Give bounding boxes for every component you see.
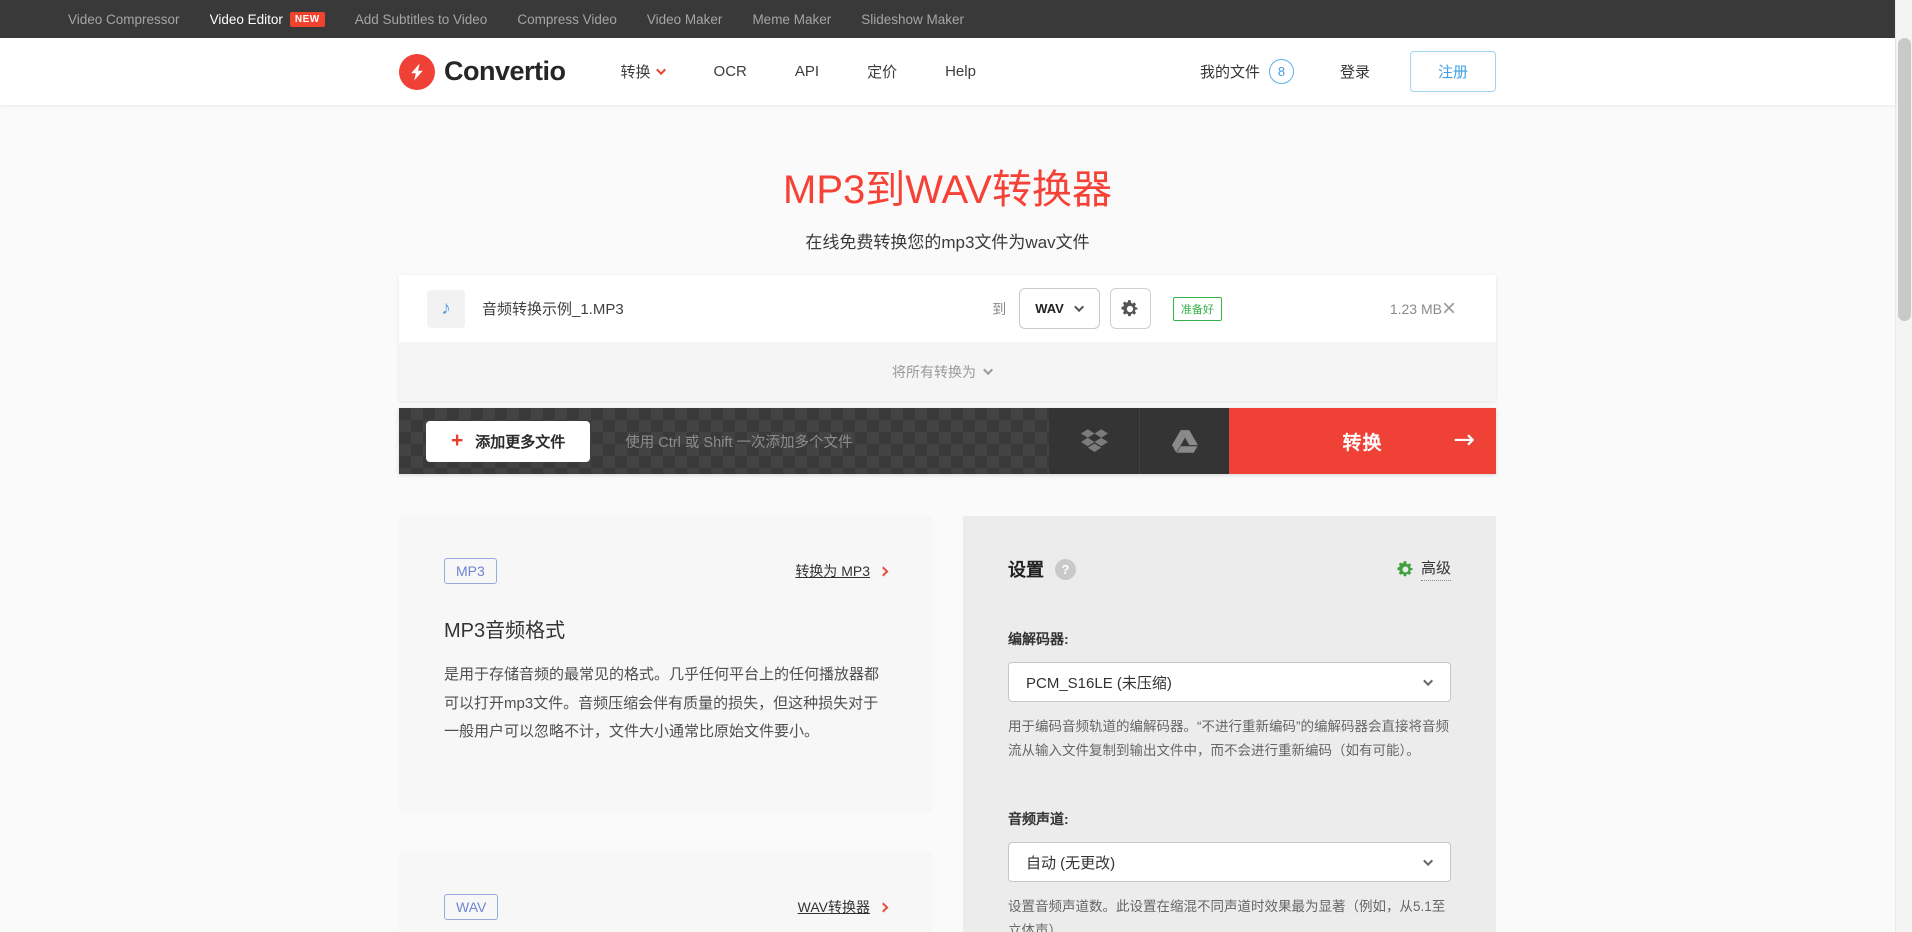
- converter-toolbar: + 添加更多文件 使用 Ctrl 或 Shift 一次添加多个文件 转换 →: [399, 408, 1496, 474]
- promo-bar: Video Compressor Video Editor NEW Add Su…: [0, 0, 1895, 38]
- my-files-label: 我的文件: [1200, 61, 1260, 82]
- google-drive-icon: [1172, 430, 1198, 453]
- chevron-right-icon: [879, 902, 889, 912]
- converter-widget: ♪ 音频转换示例_1.MP3 到 WAV 准备好 1.23 MB × 将所有转换…: [399, 275, 1496, 932]
- chevron-right-icon: [879, 566, 889, 576]
- chevron-down-icon: [656, 65, 666, 75]
- help-icon[interactable]: ?: [1055, 559, 1076, 580]
- convert-to-mp3-label: 转换为 MP3: [795, 561, 870, 581]
- my-files-count-badge: 8: [1269, 59, 1294, 84]
- mp3-card-description: 是用于存储音频的最常见的格式。几乎任何平台上的任何播放器都可以打开mp3文件。音…: [444, 661, 887, 747]
- multi-select-hint: 使用 Ctrl 或 Shift 一次添加多个文件: [625, 431, 852, 452]
- channels-value: 自动 (无更改): [1026, 852, 1115, 873]
- promo-link-label: Video Editor: [210, 12, 283, 27]
- convert-button-label: 转换: [1342, 433, 1382, 454]
- convertio-logo[interactable]: Convertio: [399, 54, 566, 90]
- wav-converter-label: WAV转换器: [798, 897, 870, 917]
- promo-link-video-editor[interactable]: Video Editor NEW: [195, 12, 340, 27]
- convertio-logo-icon: [399, 54, 435, 90]
- chevron-down-icon: [1423, 676, 1433, 686]
- output-format-value: WAV: [1035, 301, 1064, 316]
- channels-description: 设置音频声道数。此设置在缩混不同声道时效果最为显著（例如，从5.1至立体声）。: [1008, 895, 1451, 932]
- main-nav: 转换 OCR API 定价 Help: [621, 61, 1024, 82]
- page-subtitle: 在线免费转换您的mp3文件为wav文件: [0, 228, 1895, 253]
- channels-select[interactable]: 自动 (无更改): [1008, 842, 1451, 882]
- nav-help[interactable]: Help: [945, 63, 976, 80]
- new-badge: NEW: [290, 12, 325, 27]
- dropbox-icon: [1081, 429, 1108, 453]
- channels-section: 音频声道: 自动 (无更改) 设置音频声道数。此设置在缩混不同声道时效果最为显著…: [1008, 809, 1451, 932]
- to-label: 到: [992, 299, 1006, 319]
- advanced-label: 高级: [1421, 557, 1451, 581]
- plus-icon: +: [451, 429, 463, 453]
- gear-icon: [1121, 300, 1139, 318]
- add-more-files-button[interactable]: + 添加更多文件: [426, 421, 590, 462]
- mp3-info-card: MP3 转换为 MP3 MP3音频格式 是用于存储音频的最常见的格式。几乎任何平…: [399, 516, 932, 812]
- channels-label: 音频声道:: [1008, 809, 1451, 829]
- close-icon[interactable]: ×: [1442, 297, 1456, 321]
- promo-link-slideshow-maker[interactable]: Slideshow Maker: [846, 12, 979, 27]
- my-files-link[interactable]: 我的文件 8: [1200, 59, 1294, 84]
- mp3-format-badge: MP3: [444, 558, 497, 584]
- mp3-card-title: MP3音频格式: [444, 614, 887, 643]
- google-drive-button[interactable]: [1139, 408, 1229, 474]
- music-note-icon: ♪: [427, 290, 465, 328]
- chevron-down-icon: [983, 365, 993, 375]
- status-badge: 准备好: [1173, 297, 1222, 321]
- file-name: 音频转换示例_1.MP3: [482, 298, 992, 319]
- wav-info-card: WAV WAV转换器 波形音频文件格式: [399, 852, 932, 932]
- file-card: ♪ 音频转换示例_1.MP3 到 WAV 准备好 1.23 MB × 将所有转换…: [399, 275, 1496, 401]
- convert-all-label: 将所有转换为: [892, 362, 976, 382]
- promo-link-video-compressor[interactable]: Video Compressor: [53, 12, 195, 27]
- page-title: MP3到WAV转换器: [0, 157, 1895, 215]
- content-columns: MP3 转换为 MP3 MP3音频格式 是用于存储音频的最常见的格式。几乎任何平…: [399, 516, 1496, 932]
- header-right: 我的文件 8 登录 注册: [1200, 51, 1496, 92]
- nav-ocr[interactable]: OCR: [714, 63, 747, 80]
- chevron-down-icon: [1074, 302, 1084, 312]
- settings-title: 设置: [1008, 556, 1044, 582]
- chevron-down-icon: [1423, 856, 1433, 866]
- right-column: 设置 ? 高级 编解码器: PCM_S16LE (未压缩) 用: [963, 516, 1496, 932]
- scrollbar-thumb[interactable]: [1898, 38, 1911, 321]
- codec-label: 编解码器:: [1008, 629, 1451, 649]
- advanced-settings-link[interactable]: 高级: [1397, 557, 1451, 581]
- settings-panel: 设置 ? 高级 编解码器: PCM_S16LE (未压缩) 用: [963, 516, 1496, 932]
- promo-link-add-subtitles[interactable]: Add Subtitles to Video: [340, 12, 503, 27]
- file-dropzone[interactable]: + 添加更多文件 使用 Ctrl 或 Shift 一次添加多个文件: [399, 408, 1049, 474]
- convert-to-mp3-link[interactable]: 转换为 MP3: [795, 561, 887, 581]
- wav-format-badge: WAV: [444, 894, 498, 920]
- logo-text: Convertio: [444, 56, 566, 87]
- codec-value: PCM_S16LE (未压缩): [1026, 672, 1172, 693]
- file-size: 1.23 MB: [1390, 301, 1442, 317]
- hero: MP3到WAV转换器 在线免费转换您的mp3文件为wav文件: [0, 105, 1895, 253]
- nav-api[interactable]: API: [795, 63, 819, 80]
- codec-select[interactable]: PCM_S16LE (未压缩): [1008, 662, 1451, 702]
- left-column: MP3 转换为 MP3 MP3音频格式 是用于存储音频的最常见的格式。几乎任何平…: [399, 516, 932, 932]
- gear-icon: [1397, 561, 1414, 578]
- arrow-right-icon: →: [1453, 425, 1476, 455]
- scrollbar[interactable]: [1895, 0, 1912, 932]
- file-row: ♪ 音频转换示例_1.MP3 到 WAV 准备好 1.23 MB ×: [399, 275, 1496, 342]
- add-more-files-label: 添加更多文件: [475, 431, 565, 452]
- output-format-select[interactable]: WAV: [1019, 288, 1100, 329]
- nav-pricing[interactable]: 定价: [867, 61, 897, 82]
- promo-link-compress-video[interactable]: Compress Video: [502, 12, 632, 27]
- page: Video Compressor Video Editor NEW Add Su…: [0, 0, 1895, 932]
- header: Convertio 转换 OCR API 定价 Help 我的文件 8 登录 注…: [0, 38, 1895, 105]
- nav-convert-label: 转换: [621, 61, 651, 82]
- signup-button[interactable]: 注册: [1410, 51, 1496, 92]
- codec-description: 用于编码音频轨道的编解码器。“不进行重新编码”的编解码器会直接将音频流从输入文件…: [1008, 715, 1451, 762]
- nav-convert[interactable]: 转换: [621, 61, 666, 82]
- file-settings-button[interactable]: [1110, 288, 1151, 329]
- codec-section: 编解码器: PCM_S16LE (未压缩) 用于编码音频轨道的编解码器。“不进行…: [1008, 629, 1451, 762]
- promo-link-meme-maker[interactable]: Meme Maker: [737, 12, 846, 27]
- login-link[interactable]: 登录: [1340, 61, 1370, 82]
- promo-link-video-maker[interactable]: Video Maker: [632, 12, 738, 27]
- convert-button[interactable]: 转换 →: [1229, 408, 1496, 474]
- convert-all-dropdown[interactable]: 将所有转换为: [399, 342, 1496, 401]
- dropbox-button[interactable]: [1049, 408, 1139, 474]
- wav-converter-link[interactable]: WAV转换器: [798, 897, 887, 917]
